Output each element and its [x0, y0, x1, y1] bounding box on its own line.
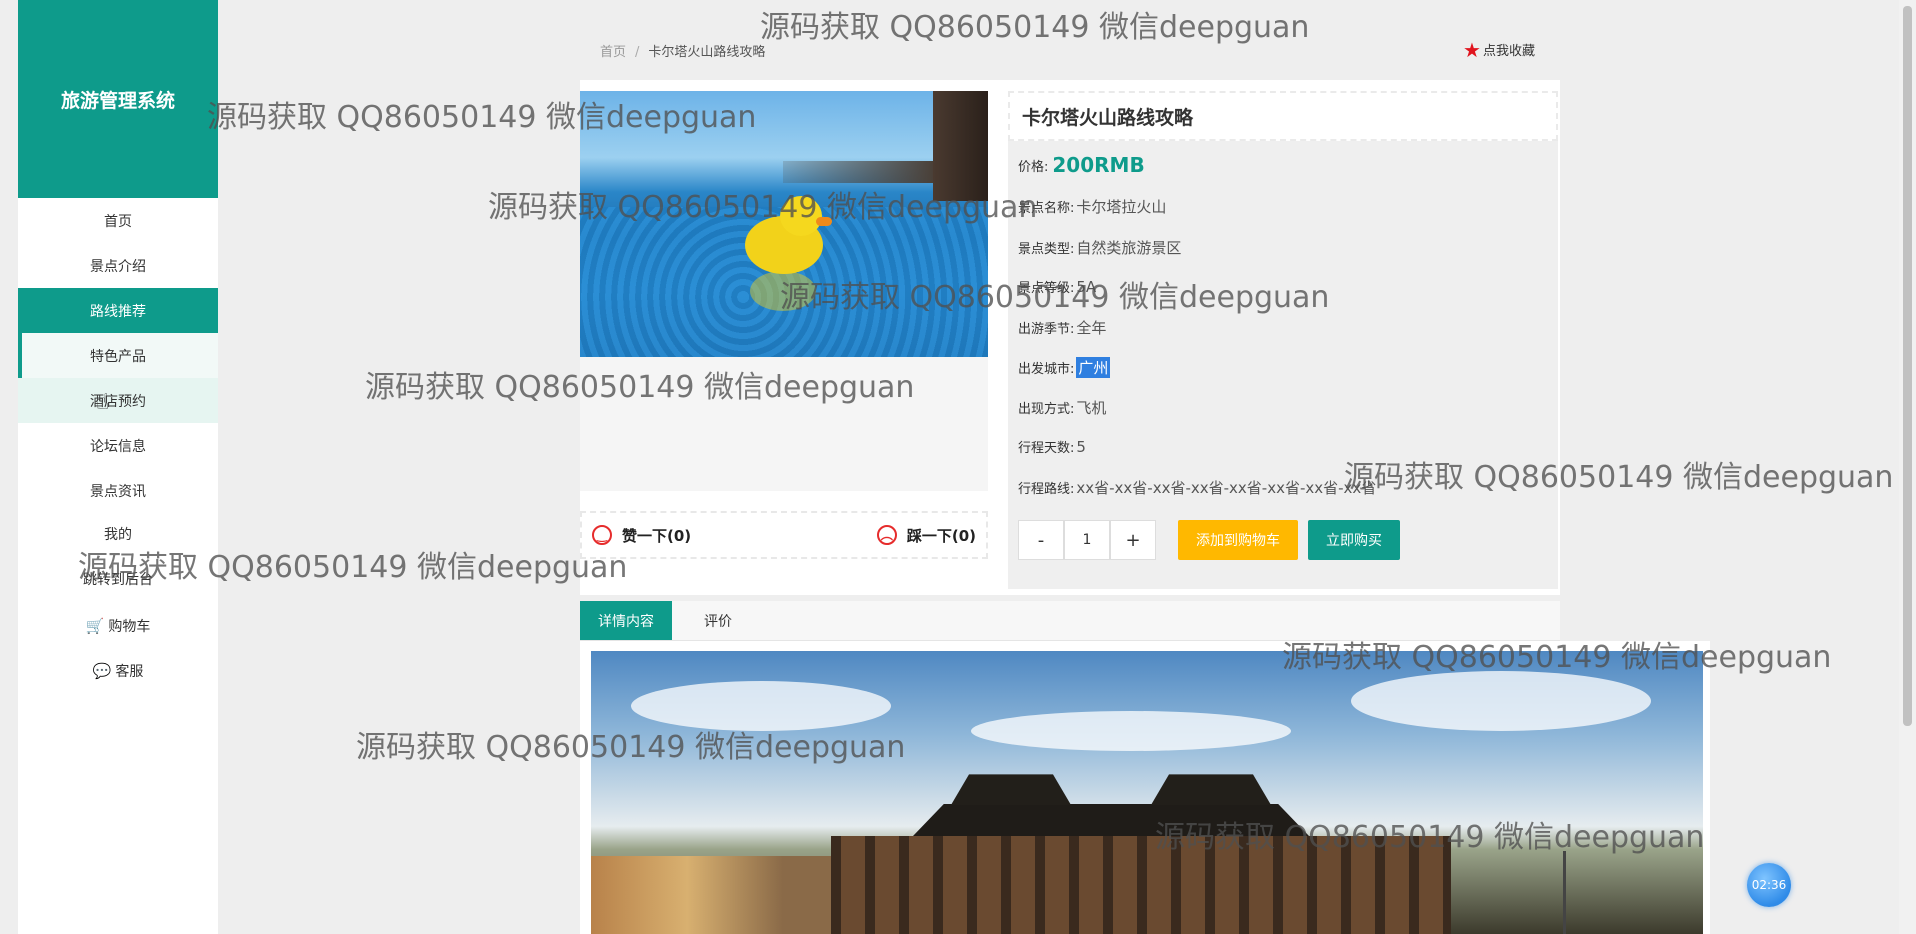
sidebar-item-hotel[interactable]: 酒店预约	[18, 378, 218, 423]
tab-details[interactable]: 详情内容	[580, 601, 672, 640]
breadcrumb: 首页 / 卡尔塔火山路线攻略	[600, 41, 765, 60]
buy-now-button[interactable]: 立即购买	[1308, 520, 1400, 560]
frown-icon: ︵	[876, 525, 897, 545]
field-row: 行程路线: xx省-xx省-xx省-xx省-xx省-xx省-xx省-xx省	[1018, 477, 1376, 498]
product-info: 卡尔塔火山路线攻略 价格: 200RMB 景点名称: 卡尔塔拉火山 景点类型: 自然…	[1008, 91, 1558, 589]
tab-reviews[interactable]: 评价	[672, 601, 764, 640]
sidebar-item-home[interactable]: 首页	[18, 198, 218, 243]
sidebar-item-cart[interactable]: 🛒 购物车	[18, 603, 218, 648]
price-label: 价格:	[1018, 159, 1049, 175]
price-value: 200RMB	[1052, 153, 1145, 177]
sidebar-item-label: 特色产品	[90, 348, 146, 365]
field-label: 景点等级:	[1018, 281, 1075, 296]
scrollbar-thumb[interactable]	[1903, 6, 1912, 726]
field-value: 飞机	[1076, 399, 1107, 417]
star-icon: ★	[1463, 37, 1481, 62]
collect-button[interactable]: ★ 点我收藏	[1463, 37, 1535, 62]
like-button[interactable]: ‿ 赞一下(0)	[592, 525, 691, 546]
sidebar-item-forum[interactable]: 论坛信息	[18, 423, 218, 468]
field-row: 景点名称: 卡尔塔拉火山	[1018, 196, 1166, 217]
field-value: 全年	[1076, 319, 1107, 337]
field-row: 景点类型: 自然类旅游景区	[1018, 237, 1181, 258]
product-image[interactable]	[580, 91, 988, 357]
detail-tabs: 详情内容 评价	[580, 601, 1560, 641]
vote-bar: ‿ 赞一下(0) ︵ 踩一下(0)	[580, 511, 988, 559]
field-row: 出发城市: 广州	[1018, 357, 1111, 378]
field-label: 出现方式:	[1018, 402, 1075, 417]
sidebar-item-label: 我的	[104, 527, 132, 543]
field-label: 行程路线:	[1018, 482, 1075, 497]
field-label: 行程天数:	[1018, 441, 1075, 456]
sidebar: 旅游管理系统 首页 景点介绍 路线推荐 特色产品 酒店预约 论坛信息 景点资讯 …	[18, 0, 218, 934]
add-to-cart-button[interactable]: 添加到购物车	[1178, 520, 1298, 560]
field-label: 景点名称:	[1018, 201, 1075, 216]
sidebar-item-label: 首页	[104, 213, 132, 230]
detail-image	[591, 651, 1703, 934]
wechat-icon: 💬	[92, 661, 112, 680]
price-row: 价格: 200RMB	[1018, 153, 1145, 177]
like-label: 赞一下(0)	[622, 526, 692, 545]
timer-badge[interactable]: 02:36	[1747, 863, 1791, 907]
field-label: 出游季节:	[1018, 322, 1075, 337]
product-gallery	[580, 91, 988, 491]
field-value: 5	[1076, 437, 1086, 456]
collect-label: 点我收藏	[1482, 44, 1535, 59]
field-label: 出发城市:	[1018, 362, 1075, 377]
page-scrollbar[interactable]	[1899, 0, 1916, 934]
sidebar-item-routes[interactable]: 路线推荐	[18, 288, 218, 333]
sidebar-item-mine[interactable]: 我的 跳转到后台	[18, 513, 218, 603]
breadcrumb-home[interactable]: 首页	[600, 45, 626, 60]
watermark: 源码获取 QQ86050149 微信deepguan	[760, 10, 1310, 45]
quantity-input[interactable]: 1	[1064, 520, 1110, 560]
sidebar-item-label: 路线推荐	[90, 303, 146, 320]
field-row: 景点等级: 5A	[1018, 277, 1097, 297]
dislike-button[interactable]: ︵ 踩一下(0)	[876, 525, 976, 546]
field-value: 自然类旅游景区	[1076, 239, 1182, 257]
product-title: 卡尔塔火山路线攻略	[1008, 91, 1558, 141]
sidebar-item-attractions[interactable]: 景点介绍	[18, 243, 218, 288]
sidebar-item-products[interactable]: 特色产品	[18, 333, 218, 378]
sidebar-item-label: 购物车	[108, 618, 151, 635]
field-row: 出游季节: 全年	[1018, 317, 1106, 338]
app-title: 旅游管理系统	[18, 0, 218, 198]
field-row: 行程天数: 5	[1018, 437, 1086, 457]
decrease-button[interactable]: -	[1018, 520, 1064, 560]
field-value: 卡尔塔拉火山	[1076, 198, 1167, 216]
sidebar-item-label: 客服	[115, 663, 144, 680]
hand-cursor-icon: ☝	[96, 390, 110, 415]
cart-icon: 🛒	[85, 616, 105, 635]
sidebar-item-label: 景点介绍	[90, 258, 146, 275]
increase-button[interactable]: +	[1110, 520, 1156, 560]
sidebar-item-admin[interactable]: 跳转到后台	[83, 558, 153, 603]
sidebar-item-label: 论坛信息	[90, 438, 146, 455]
field-value: 5A	[1076, 277, 1097, 296]
field-label: 景点类型:	[1018, 242, 1075, 257]
sidebar-item-label: 景点资讯	[90, 483, 146, 500]
sidebar-item-service[interactable]: 💬 客服	[18, 648, 218, 693]
sidebar-item-news[interactable]: 景点资讯	[18, 468, 218, 513]
field-value: xx省-xx省-xx省-xx省-xx省-xx省-xx省-xx省	[1076, 479, 1377, 497]
field-row: 出现方式: 飞机	[1018, 397, 1106, 418]
breadcrumb-current: 卡尔塔火山路线攻略	[648, 45, 766, 60]
field-value: 广州	[1076, 357, 1111, 378]
quantity-stepper: - 1 + 添加到购物车 立即购买	[1018, 520, 1400, 560]
smile-icon: ‿	[592, 525, 612, 545]
breadcrumb-separator: /	[635, 45, 640, 60]
dislike-label: 踩一下(0)	[906, 526, 976, 545]
